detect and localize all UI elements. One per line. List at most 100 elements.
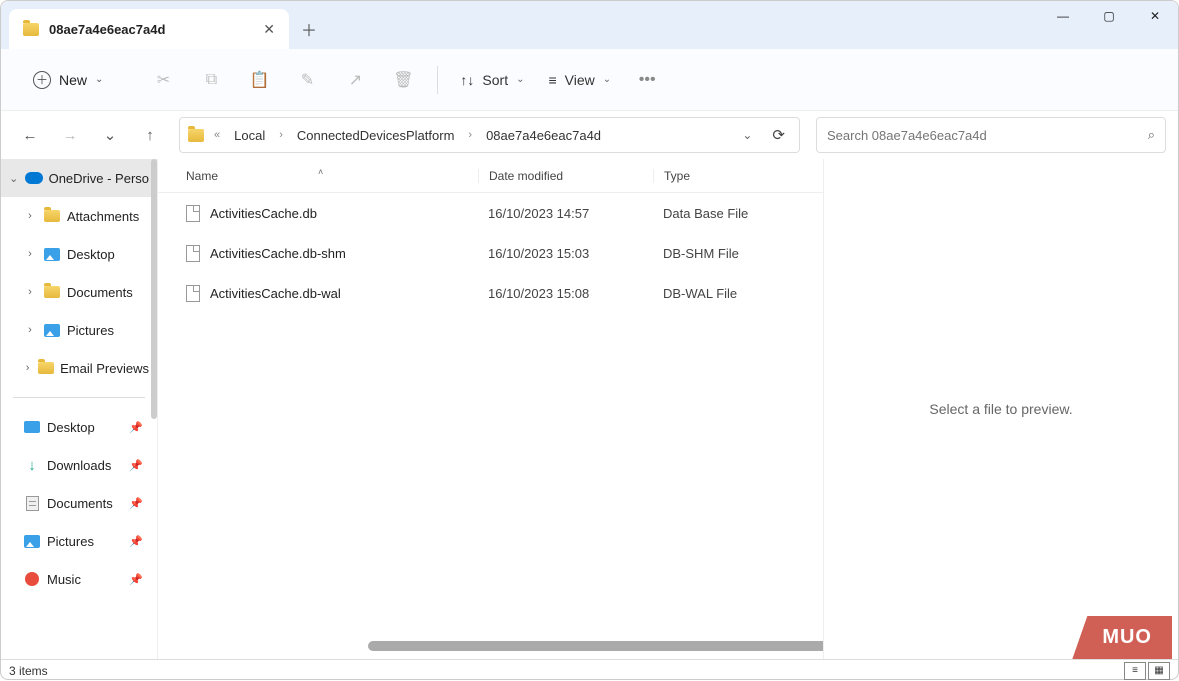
back-button[interactable]: ← [13,118,47,152]
sidebar-onedrive[interactable]: ⌄ OneDrive - Perso [1,159,157,197]
quick-pictures[interactable]: Pictures 📌 [1,522,157,560]
chevron-right-icon: › [23,210,37,222]
quick-music[interactable]: Music 📌 [1,560,157,598]
quick-label: Music [47,572,81,587]
rename-button[interactable]: ✎ [285,62,329,98]
folder-icon [23,23,39,36]
column-type-label: Type [664,169,690,183]
copy-button[interactable]: ⧉ [189,62,233,98]
pin-icon: 📌 [129,459,143,472]
sidebar-label: Attachments [67,209,139,224]
recent-button[interactable]: ⌄ [93,118,127,152]
titlebar: 08ae7a4e6eac7a4d ✕ ＋ — ▢ ✕ [1,1,1178,49]
sidebar-label: OneDrive - Perso [49,171,149,186]
file-row[interactable]: ActivitiesCache.db-shm16/10/2023 15:03DB… [158,233,823,273]
quick-desktop[interactable]: Desktop 📌 [1,408,157,446]
sidebar-label: Documents [67,285,133,300]
folder-icon [43,284,61,300]
sidebar-label: Desktop [67,247,115,262]
column-headers: Name ˄ Date modified Type [158,159,823,193]
column-type[interactable]: Type [653,169,823,183]
watermark: MUO [1072,616,1172,659]
column-name[interactable]: Name ˄ [158,169,478,183]
sidebar-item-pictures[interactable]: › Pictures [1,311,157,349]
cut-button[interactable]: ✂ [141,62,185,98]
file-date: 16/10/2023 14:57 [478,206,653,221]
breadcrumb-overflow[interactable]: « [210,127,224,143]
sort-asc-icon: ˄ [318,167,323,177]
quick-documents[interactable]: Documents 📌 [1,484,157,522]
search-icon: ⌕ [1148,127,1155,143]
column-date[interactable]: Date modified [478,169,653,183]
chevron-down-icon: ⌄ [516,74,524,85]
item-count: 3 items [9,664,48,678]
chevron-down-icon: ⌄ [95,74,103,85]
download-icon: ↓ [23,457,41,473]
view-label: View [565,72,595,88]
tab-close-button[interactable]: ✕ [263,21,275,38]
pin-icon: 📌 [129,497,143,510]
new-tab-button[interactable]: ＋ [289,9,329,49]
list-icon: ≡ [548,72,556,88]
chevron-down-icon: ⌄ [603,74,611,85]
document-icon [23,495,41,511]
sort-label: Sort [482,72,508,88]
file-row[interactable]: ActivitiesCache.db16/10/2023 14:57Data B… [158,193,823,233]
image-icon [23,533,41,549]
chevron-right-icon: › [23,324,37,336]
pin-icon: 📌 [129,573,143,586]
column-name-label: Name [186,169,218,183]
pin-icon: 📌 [129,421,143,434]
desktop-icon [23,419,41,435]
horizontal-scrollbar[interactable] [368,641,823,651]
navbar: ← → ⌄ ↑ « Local › ConnectedDevicesPlatfo… [1,111,1178,159]
up-button[interactable]: ↑ [133,118,167,152]
breadcrumb-item[interactable]: Local [230,126,269,145]
column-date-label: Date modified [489,169,563,183]
file-type: Data Base File [653,206,823,221]
file-name: ActivitiesCache.db-wal [210,286,341,301]
more-button[interactable]: ••• [625,62,669,98]
folder-icon [38,360,54,376]
music-icon [23,571,41,587]
sidebar-label: Pictures [67,323,114,338]
folder-icon [43,208,61,224]
sidebar-item-email-previews[interactable]: › Email Previews [1,349,157,387]
search-box[interactable]: ⌕ [816,117,1166,153]
forward-button[interactable]: → [53,118,87,152]
sidebar-item-desktop[interactable]: › Desktop [1,235,157,273]
close-window-button[interactable]: ✕ [1132,1,1178,31]
tab-current[interactable]: 08ae7a4e6eac7a4d ✕ [9,9,289,49]
details-view-button[interactable]: ≡ [1124,662,1146,680]
search-input[interactable] [827,128,1148,143]
main-area: ⌄ OneDrive - Perso › Attachments › Deskt… [1,159,1178,659]
quick-downloads[interactable]: ↓ Downloads 📌 [1,446,157,484]
share-button[interactable]: ↗ [333,62,377,98]
plus-icon: ＋ [33,71,51,89]
minimize-button[interactable]: — [1040,1,1086,31]
new-button[interactable]: ＋ New ⌄ [23,65,113,95]
file-list: Name ˄ Date modified Type ActivitiesCach… [158,159,823,659]
toolbar: ＋ New ⌄ ✂ ⧉ 📋 ✎ ↗ 🗑 ↑↓ Sort ⌄ ≡ View ⌄ •… [1,49,1178,111]
paste-button[interactable]: 📋 [237,62,281,98]
sidebar-item-attachments[interactable]: › Attachments [1,197,157,235]
file-date: 16/10/2023 15:03 [478,246,653,261]
breadcrumb-item[interactable]: 08ae7a4e6eac7a4d [482,126,605,145]
maximize-button[interactable]: ▢ [1086,1,1132,31]
refresh-button[interactable]: ⟳ [766,126,791,144]
thumbnails-view-button[interactable]: ▦ [1148,662,1170,680]
address-dropdown[interactable]: ⌄ [734,128,760,142]
view-button[interactable]: ≡ View ⌄ [538,66,621,94]
file-type: DB-WAL File [653,286,823,301]
sidebar-scrollbar[interactable] [151,159,157,419]
file-date: 16/10/2023 15:08 [478,286,653,301]
address-bar[interactable]: « Local › ConnectedDevicesPlatform › 08a… [179,117,800,153]
file-row[interactable]: ActivitiesCache.db-wal 16/10/2023 15:08DB… [158,273,823,313]
breadcrumb-item[interactable]: ConnectedDevicesPlatform [293,126,459,145]
file-area: Name ˄ Date modified Type ActivitiesCach… [158,159,1178,659]
separator [437,66,438,94]
image-icon [43,246,61,262]
sort-button[interactable]: ↑↓ Sort ⌄ [450,66,534,94]
sidebar-item-documents[interactable]: › Documents [1,273,157,311]
delete-button[interactable]: 🗑 [381,62,425,98]
